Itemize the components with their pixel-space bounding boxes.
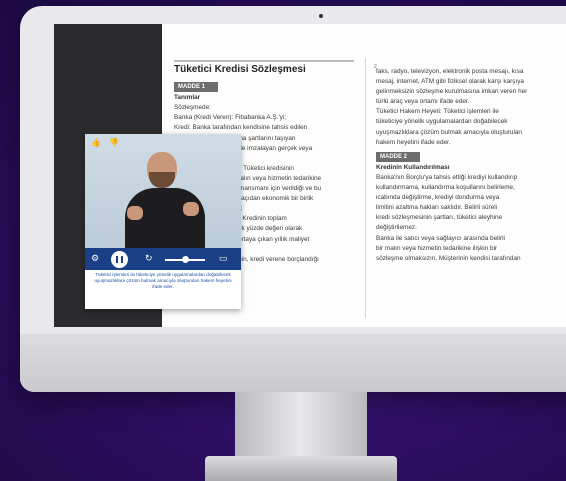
text-line: Banka (Kredi Veren): Fibabanka A.Ş.'yi; (174, 114, 287, 122)
thumbs-icons[interactable]: 👍 👎 (91, 138, 122, 147)
text-line: hakem heyetini ifade eder. (376, 138, 451, 146)
text-line: mesaj, internet, ATM gibi fiziksel olara… (376, 78, 524, 86)
text-line: Kredi: Banka tarafından kendisine tahsis… (174, 124, 308, 132)
text-line: limitini azaltma hakları saklıdır. Belir… (376, 204, 498, 212)
camera (319, 14, 323, 18)
text-line: bir malın veya hizmetin tedarikine ilişk… (376, 244, 498, 252)
screen: 2 Tüketici Kredisi Sözleşmesi MADDE 1 Tan… (54, 24, 566, 327)
text-line: Tüketici Hakem Heyeti: Tüketici işlemler… (376, 108, 499, 116)
caption-icon[interactable]: ▭ (219, 253, 228, 264)
text-line: gelinmeksizin sözleşme kurulmasına imkan… (376, 88, 528, 96)
column-divider (365, 58, 366, 318)
sign-interpreter (125, 148, 205, 262)
right-hand (183, 202, 199, 216)
document-title: Tüketici Kredisi Sözleşmesi (174, 64, 306, 75)
right-column: faks, radyo, televizyon, elektronik post… (376, 68, 566, 265)
text-line: değiştirilemez. (376, 224, 417, 232)
text-line: sözleşme olmaksızın, Müşterinin kendisi … (376, 254, 521, 262)
sign-language-video[interactable]: 👍 👎 (85, 134, 241, 262)
monitor-stand (235, 392, 367, 462)
monitor-chin (20, 334, 566, 392)
volume-knob[interactable] (182, 256, 189, 263)
text-line: türlü araç veya ortamı ifade eder. (376, 98, 470, 106)
interpreter-beard (149, 172, 175, 188)
text-line: icabında değiştirme, krediyi dondurma ve… (376, 194, 500, 202)
text-line: tüketiciye yönelik uygulamalardan doğabi… (376, 118, 508, 126)
left-hand (127, 206, 143, 220)
pause-button[interactable] (111, 251, 128, 268)
sign-language-widget: 👍 👎 ⚙ ↻ ▭ Tüketici işlemleri ile tüketic… (85, 134, 241, 309)
text-line: faks, radyo, televizyon, elektronik post… (376, 68, 524, 75)
sign-caption: Tüketici işlemleri ile tüketiciye yöneli… (94, 272, 232, 289)
text-line: kullandırmama, kullandırma koşullarını b… (376, 184, 515, 192)
text-line: Banka ile satıcı veya sağlayıcı arasında… (376, 234, 505, 242)
section-heading: Tanımlar (174, 94, 201, 102)
settings-icon[interactable]: ⚙ (91, 253, 99, 264)
madde-label: MADDE 2 (376, 151, 420, 162)
replay-icon[interactable]: ↻ (145, 253, 153, 264)
madde-label: MADDE 1 (174, 82, 218, 93)
video-controls: ⚙ ↻ ▭ (85, 248, 241, 270)
text-line: uyuşmazlıklara çözüm bulmak amacıyla olu… (376, 128, 522, 136)
monitor: 2 Tüketici Kredisi Sözleşmesi MADDE 1 Tan… (20, 6, 566, 392)
text-line: kredi sözleşmesinin şartları, tüketici a… (376, 214, 503, 222)
text-line: Sözleşmede: (174, 104, 211, 112)
section-heading: Kredinin Kullandırılması (376, 163, 450, 171)
monitor-base (205, 456, 397, 481)
title-rule (174, 60, 354, 62)
text-line: Banka'nın Borçlu'ya tahsis ettiği krediy… (376, 173, 518, 181)
